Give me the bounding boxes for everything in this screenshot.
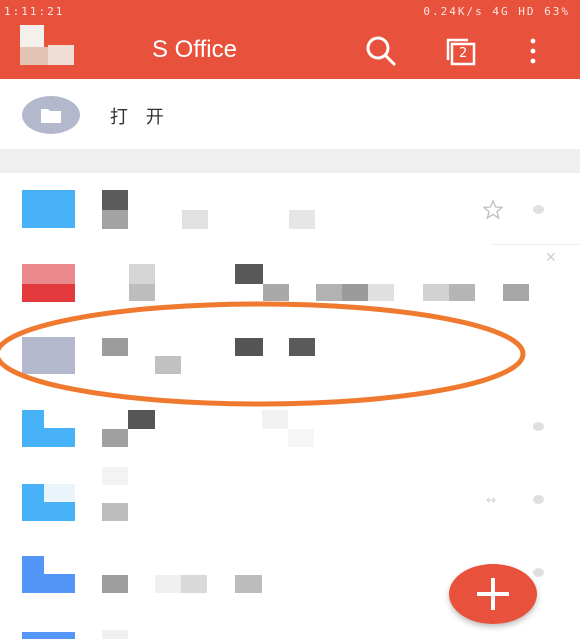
more-options-button[interactable] [516, 34, 550, 68]
search-icon [366, 36, 397, 67]
blurred-filename [102, 190, 128, 210]
blurred-filename [102, 467, 128, 485]
status-indicators: 0.24K/s 4G HD 63% [423, 5, 570, 18]
section-divider [0, 149, 580, 173]
search-button[interactable] [364, 34, 398, 68]
sync-dot-icon [533, 422, 544, 431]
doc-file-icon [22, 632, 75, 639]
status-time: 1:11:21 [4, 5, 65, 18]
doc-file-icon [22, 190, 75, 228]
sync-dot-icon [533, 568, 544, 577]
file-list-item[interactable] [0, 320, 580, 397]
blurred-filename [102, 575, 128, 593]
open-label: 打 开 [110, 107, 170, 128]
doc-file-icon [22, 484, 75, 521]
sync-dot-icon [533, 205, 544, 214]
blurred-filename [129, 264, 155, 284]
doc-file-icon [22, 410, 75, 447]
folder-icon [41, 109, 61, 123]
file-list-item[interactable] [0, 250, 580, 327]
link-icon: ↔ [486, 493, 497, 507]
file-list-item[interactable]: ↔ [0, 467, 580, 544]
star-icon[interactable] [483, 200, 503, 220]
blurred-filename [128, 410, 155, 429]
open-file-row[interactable]: 打 开 [0, 79, 580, 149]
doc-file-icon [22, 556, 75, 593]
file-list-item[interactable] [0, 400, 580, 477]
app-logo-icon [20, 25, 76, 65]
blurred-filename [102, 338, 128, 356]
tab-count: 2 [459, 46, 468, 61]
more-vert-icon [530, 38, 536, 64]
file-list-item[interactable] [0, 173, 580, 250]
tabs-button[interactable]: 2 [444, 34, 478, 68]
status-bar: 1:11:21 0.24K/s 4G HD 63% [0, 0, 580, 24]
file-list-item[interactable] [0, 626, 580, 639]
row-divider [492, 244, 580, 245]
pdf-file-icon [22, 264, 75, 284]
blank-file-icon [22, 337, 75, 374]
app-header: 1:11:21 0.24K/s 4G HD 63% S Office 2 [0, 0, 580, 79]
add-fab-button[interactable] [449, 564, 537, 624]
app-title: S Office [152, 36, 237, 63]
sync-dot-icon [533, 495, 544, 504]
folder-icon-badge [22, 96, 80, 134]
